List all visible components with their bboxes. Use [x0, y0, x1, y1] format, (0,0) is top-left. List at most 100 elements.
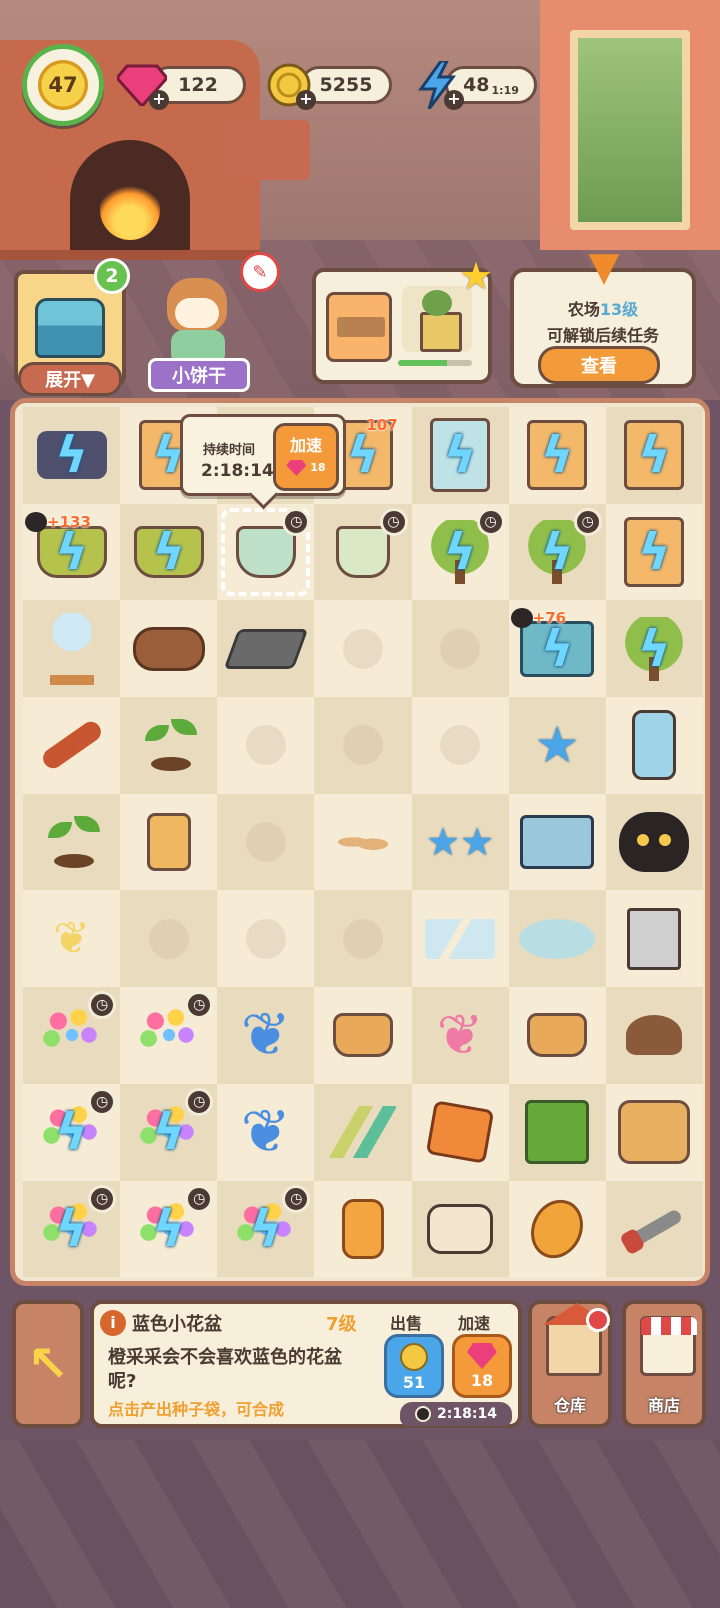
board-cell[interactable] [508, 890, 606, 988]
board-cell[interactable] [605, 1083, 703, 1181]
back-arrow-button[interactable]: ↖ [12, 1300, 84, 1428]
board-cell[interactable] [314, 793, 412, 891]
board-cell[interactable]: ★★ [411, 793, 509, 891]
board-cell[interactable]: ϟ +76 [508, 600, 606, 698]
merge-board: ϟ ϟ ϟ 107 ϟ ϟ ϟ ϟ +133 ϟ ◷ ◷ ϟ ◷ ϟ ◷ ϟ ϟ +76 ϟ ★ ★★ ❦ ◷ ◷ ❦ ❦ ϟ ◷ ϟ ◷ ❦… [10, 398, 710, 1286]
board-cell[interactable]: ◷ [314, 503, 412, 601]
board-cell[interactable]: ϟ ◷ [411, 503, 509, 601]
energy-bolt-icon: ϟ [55, 426, 89, 485]
board-cell[interactable] [411, 1083, 509, 1181]
board-cell[interactable]: ϟ [605, 503, 703, 601]
energy-bolt-icon: ϟ [152, 523, 186, 582]
board-cell[interactable] [120, 697, 218, 794]
board-cell[interactable] [605, 890, 703, 988]
board-cell[interactable] [314, 987, 412, 1084]
board-cell[interactable] [314, 697, 412, 794]
board-cell[interactable] [23, 793, 121, 891]
board-cell[interactable]: ϟ ◷ [217, 1180, 315, 1278]
boots-icon [427, 1203, 494, 1254]
board-cell[interactable] [23, 600, 121, 698]
expand-button[interactable]: 展开▼ [18, 362, 122, 396]
chest-count: 2 [105, 265, 119, 287]
board-cell[interactable] [23, 697, 121, 794]
board-cell[interactable] [314, 1083, 412, 1181]
board-cell[interactable]: ϟ ◷ [508, 503, 606, 601]
board-cell[interactable]: ϟ [23, 407, 121, 504]
board-cell[interactable]: ❦ [411, 987, 509, 1084]
board-cell[interactable] [508, 793, 606, 891]
board-cell[interactable] [411, 697, 509, 794]
board-cell[interactable] [120, 600, 218, 698]
chest-count-badge: 2 [94, 258, 130, 294]
board-cell[interactable] [411, 1180, 509, 1278]
add-gems-button[interactable]: + [115, 60, 169, 110]
board-cell[interactable] [411, 890, 509, 988]
board-cell[interactable] [605, 793, 703, 891]
board-cell[interactable]: ◷ [217, 503, 315, 601]
ruby-icon [425, 1100, 495, 1164]
board-cell[interactable] [314, 1180, 412, 1278]
speed-up-button[interactable]: 18 [452, 1334, 512, 1398]
amber-egg-icon [521, 1191, 593, 1267]
fire-icon [100, 180, 160, 240]
board-cell[interactable]: ϟ +133 [23, 503, 121, 601]
treasure-chest-icon [35, 298, 105, 358]
sell-price: 51 [402, 1373, 426, 1392]
seed-pouches-icon [527, 1013, 588, 1058]
board-cell[interactable]: ϟ ◷ [23, 1083, 121, 1181]
board-cell[interactable] [411, 600, 509, 698]
pot-icon [335, 526, 390, 579]
lamp-icon [49, 612, 94, 685]
tooltip-speed-button[interactable]: 加速 18 [273, 423, 339, 491]
board-cell[interactable] [605, 987, 703, 1084]
board-cell[interactable]: ϟ ◷ [23, 1180, 121, 1278]
window-box-icon [326, 292, 392, 362]
board-cell[interactable]: ϟ [411, 407, 509, 504]
board-cell[interactable] [314, 600, 412, 698]
coin-icon [400, 1343, 428, 1371]
clock-icon: ◷ [185, 1087, 214, 1116]
board-cell[interactable]: ϟ [605, 407, 703, 504]
board-cell[interactable]: ϟ [508, 407, 606, 504]
plus-icon: + [444, 90, 464, 110]
clock-icon: ◷ [573, 507, 602, 536]
board-cell[interactable]: ◷ [120, 987, 218, 1084]
board-cell[interactable] [508, 987, 606, 1084]
paw-print-icon [440, 628, 481, 669]
board-cell[interactable] [508, 1083, 606, 1181]
board-cell[interactable] [217, 600, 315, 698]
board-cell[interactable]: ϟ ◷ [120, 1180, 218, 1278]
board-cell[interactable] [605, 1180, 703, 1278]
board-cell[interactable] [217, 697, 315, 794]
add-energy-button[interactable]: + [410, 60, 464, 110]
board-cell[interactable]: ❦ [217, 1083, 315, 1181]
paw-print-icon [245, 725, 286, 766]
add-coins-button[interactable]: + [262, 60, 316, 110]
board-cell[interactable] [217, 793, 315, 891]
board-cell[interactable]: ❦ [217, 987, 315, 1084]
player-level-badge[interactable]: 47 [22, 44, 104, 126]
npc-fox-avatar[interactable] [155, 268, 255, 368]
board-cell[interactable] [120, 890, 218, 988]
info-icon[interactable]: i [100, 1310, 126, 1336]
sell-button[interactable]: 51 [384, 1334, 444, 1398]
board-cell[interactable]: ϟ [605, 600, 703, 698]
board-cell[interactable]: ϟ [120, 503, 218, 601]
board-cell[interactable] [120, 793, 218, 891]
board-cell[interactable]: ★ [508, 697, 606, 794]
sack-pile-icon [618, 1100, 691, 1165]
board-cell[interactable] [508, 1180, 606, 1278]
board-cell[interactable]: ◷ [23, 987, 121, 1084]
view-button[interactable]: 查看 [538, 346, 660, 384]
energy-bolt-icon: ϟ [249, 1199, 283, 1258]
board-cell[interactable] [217, 890, 315, 988]
edit-bubble-icon[interactable]: ✎ [240, 252, 280, 292]
yellow-butterfly-icon: ❦ [53, 913, 90, 965]
tooltip-speed-cost: 18 [276, 460, 336, 476]
board-grid: ϟ ϟ ϟ 107 ϟ ϟ ϟ ϟ +133 ϟ ◷ ◷ ϟ ◷ ϟ ◷ ϟ ϟ +76 ϟ ★ ★★ ❦ ◷ ◷ ❦ ❦ ϟ ◷ ϟ ◷ ❦… [23, 407, 703, 1278]
shop-button[interactable]: 商店 [622, 1300, 706, 1428]
board-cell[interactable] [314, 890, 412, 988]
board-cell[interactable]: ❦ [23, 890, 121, 988]
board-cell[interactable] [605, 697, 703, 794]
board-cell[interactable]: ϟ ◷ [120, 1083, 218, 1181]
